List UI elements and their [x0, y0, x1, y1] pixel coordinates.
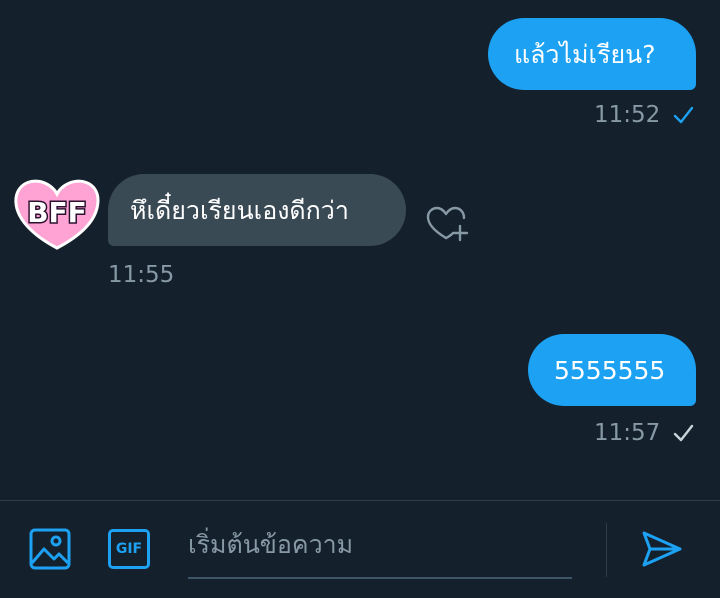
message-text: หึเดี๋ยวเรียนเองดีกว่า	[130, 195, 349, 225]
message-timestamp: 11:55	[108, 262, 175, 288]
gif-button[interactable]: GIF	[108, 529, 150, 569]
message-bubble-outgoing[interactable]: 5555555	[528, 334, 696, 406]
message-text: แล้วไม่เรียน?	[514, 39, 656, 69]
checkmark-icon	[674, 106, 694, 124]
image-icon[interactable]	[28, 527, 72, 571]
message-meta: 11:57	[594, 420, 694, 446]
send-icon[interactable]	[640, 529, 684, 569]
gif-icon: GIF	[115, 541, 143, 557]
message-timestamp: 11:52	[594, 102, 661, 128]
composer-divider	[606, 523, 607, 577]
avatar[interactable]: BFF	[10, 172, 104, 254]
heart-avatar-icon: BFF	[14, 179, 100, 250]
message-meta: 11:55	[108, 262, 174, 288]
message-input[interactable]	[188, 515, 572, 573]
avatar-label: BFF	[27, 196, 87, 229]
message-input-wrapper	[188, 515, 572, 579]
message-composer: GIF	[0, 500, 720, 598]
message-meta: 11:52	[594, 102, 694, 128]
message-text: 5555555	[554, 355, 666, 385]
message-bubble-incoming[interactable]: หึเดี๋ยวเรียนเองดีกว่า	[108, 174, 406, 246]
heart-plus-icon[interactable]	[424, 204, 470, 244]
checkmark-icon	[674, 424, 694, 442]
message-timestamp: 11:57	[594, 420, 661, 446]
message-bubble-outgoing[interactable]: แล้วไม่เรียน?	[488, 18, 696, 90]
